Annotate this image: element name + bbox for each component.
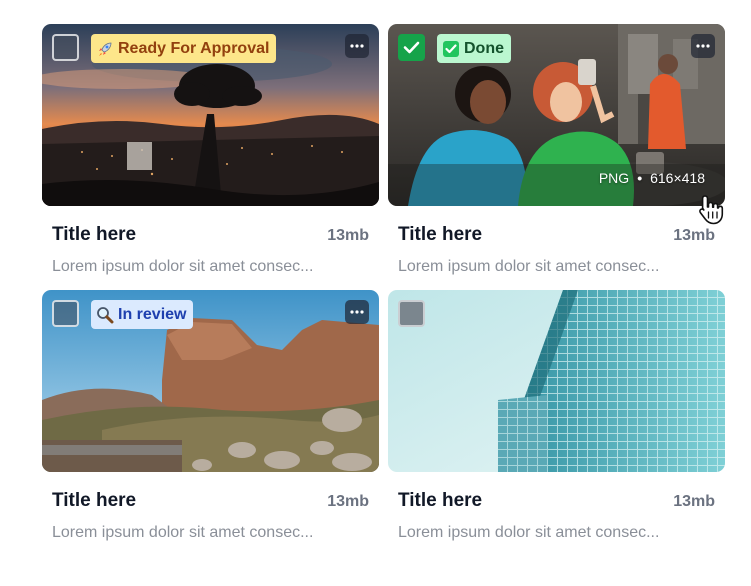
status-badge-label: In review <box>118 305 187 323</box>
file-size: 13mb <box>327 227 369 244</box>
card-description: Lorem ipsum dolor sit amet consec... <box>52 524 314 541</box>
status-badge-label: Ready For Approval <box>118 39 270 57</box>
status-badge-label: Done <box>464 39 504 57</box>
file-dimensions: 616×418 <box>650 170 705 186</box>
card-description: Lorem ipsum dolor sit amet consec... <box>398 524 660 541</box>
media-card-1[interactable]: Ready For Approval Title here 13mb Lorem… <box>42 24 379 276</box>
card-title: Title here <box>52 224 137 245</box>
skyscraper-image <box>388 290 725 472</box>
card-thumbnail[interactable]: Ready For Approval <box>42 24 379 206</box>
hand-pointer-icon <box>699 195 724 225</box>
media-card-3[interactable]: In review Title here 13mb Lorem ipsum do… <box>42 290 379 542</box>
ellipsis-icon <box>696 44 710 48</box>
card-thumbnail[interactable] <box>388 290 725 472</box>
media-card-2[interactable]: Done PNG • 616×418 Title here 13mb Lorem… <box>388 24 725 276</box>
check-icon <box>403 41 420 54</box>
select-checkbox[interactable] <box>52 300 79 327</box>
more-options-button[interactable] <box>345 34 369 58</box>
more-options-button[interactable] <box>691 34 715 58</box>
card-description: Lorem ipsum dolor sit amet consec... <box>398 258 660 275</box>
file-size: 13mb <box>673 493 715 510</box>
file-size: 13mb <box>327 493 369 510</box>
file-format: PNG <box>598 170 630 186</box>
status-badge: Ready For Approval <box>91 34 277 63</box>
card-title: Title here <box>398 224 483 245</box>
check-box-emoji-icon <box>443 40 459 57</box>
rocket-emoji-icon <box>99 42 112 56</box>
select-checkbox[interactable] <box>398 34 425 61</box>
meta-separator: • <box>637 170 643 186</box>
ellipsis-icon <box>350 310 364 314</box>
card-thumbnail[interactable]: In review <box>42 290 379 472</box>
magnifier-emoji-icon <box>97 306 114 323</box>
select-checkbox[interactable] <box>398 300 425 327</box>
ellipsis-icon <box>350 44 364 48</box>
card-title: Title here <box>52 490 137 511</box>
card-description: Lorem ipsum dolor sit amet consec... <box>52 258 314 275</box>
card-title: Title here <box>398 490 483 511</box>
status-badge: Done <box>437 34 511 63</box>
file-meta: PNG • 616×418 <box>599 170 705 186</box>
media-card-4[interactable]: Title here 13mb Lorem ipsum dolor sit am… <box>388 290 725 542</box>
select-checkbox[interactable] <box>52 34 79 61</box>
file-size: 13mb <box>673 227 715 244</box>
more-options-button[interactable] <box>345 300 369 324</box>
card-thumbnail[interactable]: Done PNG • 616×418 <box>388 24 725 206</box>
status-badge: In review <box>91 300 194 329</box>
